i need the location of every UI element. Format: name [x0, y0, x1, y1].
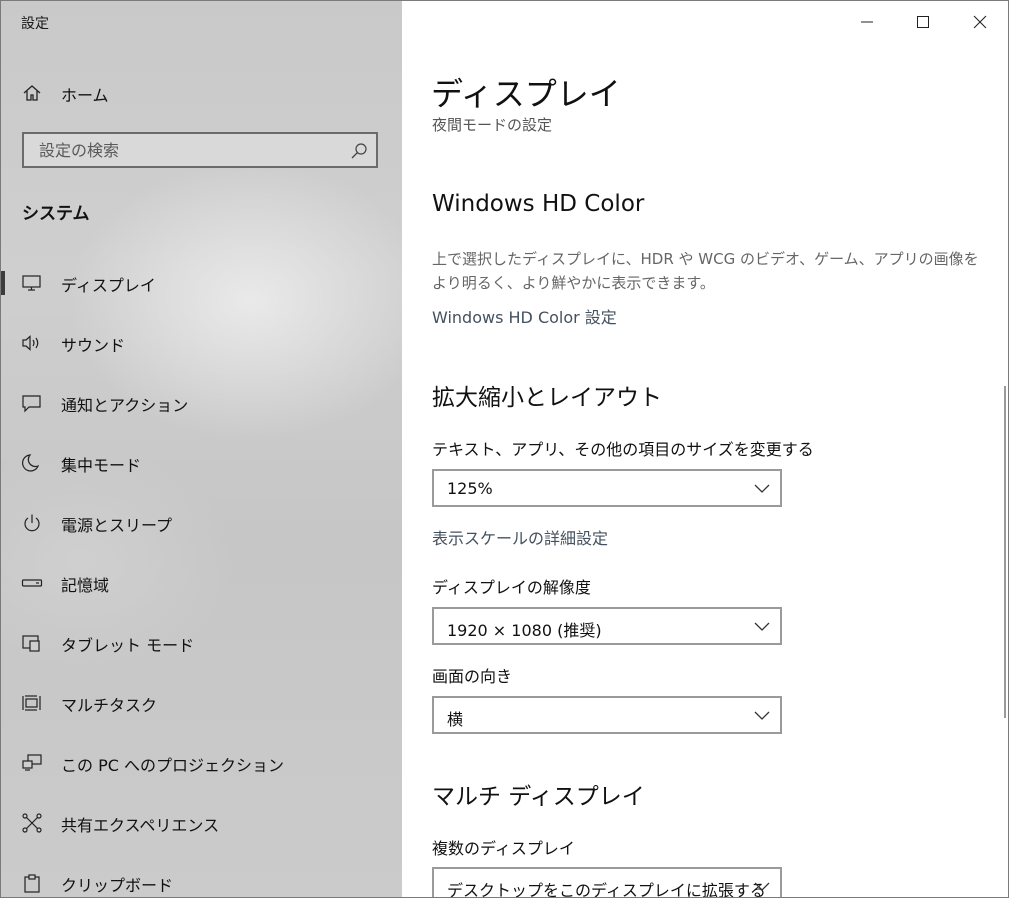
multi-display-value: デスクトップをこのディスプレイに拡張する	[447, 881, 766, 898]
content-pane: ディスプレイ 夜間モードの設定 Windows HD Color 上で選択したデ…	[402, 1, 1008, 897]
sidebar-item-shared-experiences[interactable]: 共有エクスペリエンス	[1, 799, 402, 847]
advanced-scaling-link[interactable]: 表示スケールの詳細設定	[432, 525, 608, 549]
maximize-button[interactable]	[908, 9, 938, 35]
storage-icon	[21, 579, 43, 587]
home-icon	[23, 85, 41, 101]
sidebar-item-label: マルチタスク	[61, 696, 158, 715]
speaker-icon	[22, 335, 39, 351]
sidebar-item-power[interactable]: 電源とスリープ	[1, 499, 402, 547]
resolution-label: ディスプレイの解像度	[432, 578, 591, 597]
resolution-value: 1920 × 1080 (推奨)	[447, 621, 602, 640]
night-light-settings-link[interactable]: 夜間モードの設定	[432, 114, 552, 133]
sidebar-item-tablet-mode[interactable]: タブレット モード	[1, 619, 402, 667]
minimize-icon	[861, 21, 873, 23]
orientation-label: 画面の向き	[432, 667, 513, 686]
night-light-link-clip: 夜間モードの設定	[432, 113, 732, 133]
close-icon	[973, 15, 987, 29]
sidebar-item-label: ディスプレイ	[61, 276, 156, 295]
chevron-down-icon	[754, 622, 770, 631]
page-title: ディスプレイ	[431, 75, 621, 113]
multi-display-dropdown[interactable]: デスクトップをこのディスプレイに拡張する	[432, 867, 782, 898]
hd-color-settings-link[interactable]: Windows HD Color 設定	[432, 304, 617, 328]
resolution-dropdown[interactable]: 1920 × 1080 (推奨)	[432, 607, 782, 645]
sidebar-item-label: クリップボード	[61, 876, 174, 895]
minimize-button[interactable]	[852, 9, 882, 35]
scale-layout-heading: 拡大縮小とレイアウト	[432, 385, 662, 411]
hd-color-heading: Windows HD Color	[432, 191, 645, 217]
search-icon[interactable]	[350, 142, 368, 160]
monitor-icon	[22, 275, 41, 291]
multi-display-heading: マルチ ディスプレイ	[432, 784, 645, 810]
orientation-value: 横	[447, 710, 464, 729]
size-label: テキスト、アプリ、その他の項目のサイズを変更する	[432, 440, 814, 459]
multi-display-label: 複数のディスプレイ	[432, 839, 575, 858]
sidebar-item-multitasking[interactable]: マルチタスク	[1, 679, 402, 727]
sidebar-item-label: この PC へのプロジェクション	[61, 756, 284, 775]
sidebar-item-notifications[interactable]: 通知とアクション	[1, 379, 402, 427]
section-heading: システム	[22, 204, 90, 224]
scale-value: 125%	[447, 479, 493, 498]
sidebar-item-clipboard[interactable]: クリップボード	[1, 859, 402, 897]
maximize-icon	[917, 16, 929, 28]
close-button[interactable]	[965, 9, 995, 35]
sidebar-item-label: タブレット モード	[61, 636, 195, 655]
sidebar-item-label: 集中モード	[61, 456, 142, 475]
sidebar-item-label: 記憶域	[61, 576, 110, 595]
chevron-down-icon	[754, 711, 770, 720]
sidebar-item-label: 電源とスリープ	[61, 516, 173, 535]
clipboard-icon	[24, 874, 40, 893]
sidebar-item-focus-assist[interactable]: 集中モード	[1, 439, 402, 487]
notification-icon	[22, 395, 41, 413]
home-label: ホーム	[61, 86, 109, 105]
active-marker	[1, 271, 5, 295]
power-icon	[24, 514, 40, 532]
multitask-icon	[22, 695, 41, 711]
sidebar-item-display[interactable]: ディスプレイ	[1, 259, 402, 307]
sidebar-item-storage[interactable]: 記憶域	[1, 559, 402, 607]
vertical-scrollbar[interactable]	[1004, 386, 1006, 718]
search-input[interactable]	[24, 134, 359, 166]
sidebar: 設定 ホーム システム ディスプレイ	[1, 1, 402, 897]
settings-window: 設定 ホーム システム ディスプレイ	[0, 0, 1009, 898]
sidebar-item-label: サウンド	[61, 336, 126, 355]
sidebar-item-label: 通知とアクション	[61, 396, 189, 415]
tablet-mode-icon	[22, 635, 40, 652]
chevron-down-icon	[754, 882, 770, 891]
sidebar-item-sound[interactable]: サウンド	[1, 319, 402, 367]
hd-color-description: 上で選択したディスプレイに、HDR や WCG のビデオ、ゲーム、アプリの画像を…	[432, 250, 979, 292]
chevron-down-icon	[754, 484, 770, 493]
projection-icon	[22, 754, 42, 771]
moon-icon	[22, 454, 40, 472]
scale-dropdown[interactable]: 125%	[432, 469, 782, 507]
shared-experience-icon	[22, 813, 42, 833]
app-title: 設定	[21, 16, 49, 32]
orientation-dropdown[interactable]: 横	[432, 696, 782, 734]
search-box[interactable]	[22, 132, 378, 168]
home-button[interactable]: ホーム	[1, 73, 402, 113]
sidebar-item-label: 共有エクスペリエンス	[61, 816, 220, 835]
sidebar-item-projection[interactable]: この PC へのプロジェクション	[1, 739, 402, 787]
